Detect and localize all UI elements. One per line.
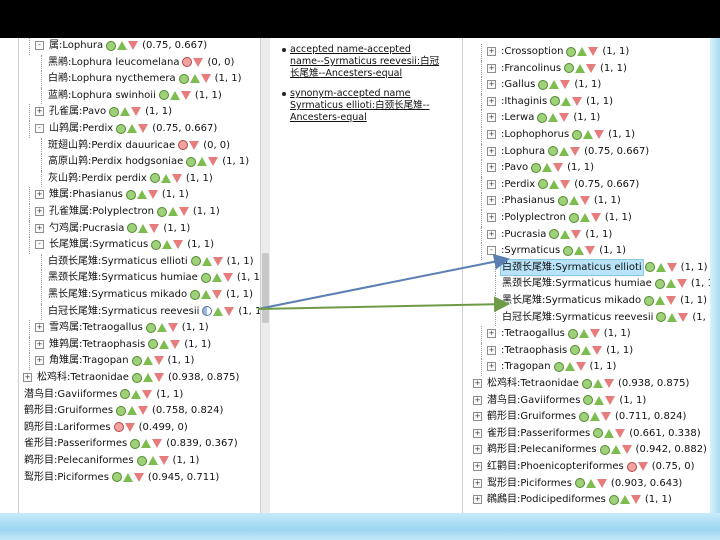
mapping-arrows (257, 253, 510, 313)
arrow-to-ellioti (257, 253, 510, 310)
arrow-to-reevesii (257, 296, 510, 313)
